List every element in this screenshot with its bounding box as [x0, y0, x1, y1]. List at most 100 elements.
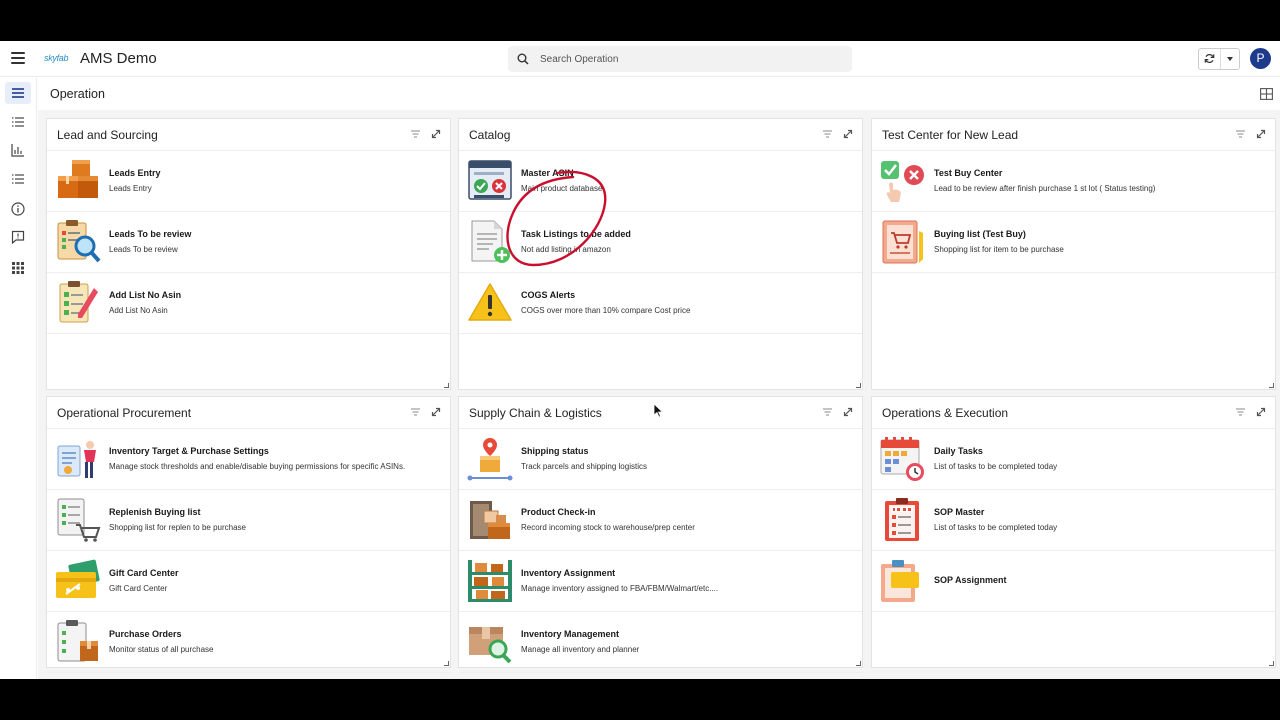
- list-icon: [12, 117, 24, 127]
- list-item-buying-list[interactable]: Buying list (Test Buy) Shopping list for…: [872, 212, 1275, 273]
- sidebar-item-reports[interactable]: [5, 139, 31, 161]
- sop-clipboard-icon: [881, 560, 919, 602]
- list-item-inventory-target[interactable]: Inventory Target & Purchase Settings Man…: [47, 429, 450, 490]
- resize-handle[interactable]: [856, 383, 861, 388]
- list-item-leads-entry[interactable]: Leads Entry Leads Entry: [47, 151, 450, 212]
- item-desc: Add List No Asin: [109, 306, 168, 315]
- item-name: Inventory Target & Purchase Settings: [109, 446, 269, 456]
- menu-icon[interactable]: [11, 52, 25, 64]
- item-desc: Record incoming stock to warehouse/prep …: [521, 523, 695, 532]
- item-desc: COGS over more than 10% compare Cost pri…: [521, 306, 691, 315]
- avatar[interactable]: P: [1250, 48, 1271, 69]
- filter-icon[interactable]: [823, 408, 832, 416]
- clipboard-box-icon: [57, 620, 98, 662]
- list-item-leads-to-be-review[interactable]: Leads To be review Leads To be review: [47, 212, 450, 273]
- filter-icon[interactable]: [823, 130, 832, 138]
- item-name: Gift Card Center: [109, 568, 179, 578]
- search-input[interactable]: [540, 46, 840, 72]
- resize-handle[interactable]: [856, 661, 861, 666]
- item-desc: Leads To be review: [109, 245, 178, 254]
- bar-chart-icon: [11, 144, 24, 157]
- item-desc: Lead to be review after finish purchase …: [934, 184, 1156, 193]
- search-icon: [517, 53, 529, 65]
- card-header: Test Center for New Lead: [872, 119, 1275, 151]
- sidebar-item-list[interactable]: [5, 111, 31, 133]
- expand-icon[interactable]: [843, 407, 853, 417]
- item-desc: Gift Card Center: [109, 584, 168, 593]
- item-name: Task Listings to be added: [521, 229, 631, 239]
- cart-list-icon: [57, 498, 101, 542]
- card-catalog: Catalog Master ASIN Main product databas…: [458, 118, 863, 390]
- list-item-shipping-status[interactable]: Shipping status Track parcels and shippi…: [459, 429, 862, 490]
- resize-handle[interactable]: [1269, 661, 1274, 666]
- top-bar: skyfab AMS Demo P: [0, 41, 1280, 77]
- list-item-cogs-alerts[interactable]: COGS Alerts COGS over more than 10% comp…: [459, 273, 862, 334]
- sidebar-item-info[interactable]: [5, 198, 31, 220]
- apps-grid-icon: [12, 262, 24, 274]
- card-operations-execution: Operations & Execution Daily Tasks List …: [871, 396, 1276, 668]
- item-desc: Track parcels and shipping logistics: [521, 462, 647, 471]
- sidebar-item-operation[interactable]: [5, 82, 31, 104]
- item-desc: Main product database: [521, 184, 603, 193]
- list-item-sop-master[interactable]: SOP Master List of tasks to be completed…: [872, 490, 1275, 551]
- sidebar-item-apps[interactable]: [5, 257, 31, 279]
- list-item-product-check-in[interactable]: Product Check-in Record incoming stock t…: [459, 490, 862, 551]
- app-logo: skyfab: [44, 53, 69, 63]
- filter-icon[interactable]: [1236, 130, 1245, 138]
- item-name: Purchase Orders: [109, 629, 182, 639]
- list-item-add-list-no-asin[interactable]: Add List No Asin Add List No Asin: [47, 273, 450, 334]
- item-name: Master ASIN: [521, 168, 574, 178]
- item-desc: Manage all inventory and planner: [521, 645, 640, 654]
- list-item-sop-assignment[interactable]: SOP Assignment: [872, 551, 1275, 612]
- door-boxes-icon: [470, 501, 510, 539]
- checklist-pencil-icon: [59, 281, 98, 323]
- list-item-replenish-buying-list[interactable]: Replenish Buying list Shopping list for …: [47, 490, 450, 551]
- mouse-cursor: [654, 404, 663, 418]
- item-name: Leads Entry: [109, 168, 161, 178]
- list-item-test-buy-center[interactable]: Test Buy Center Lead to be review after …: [872, 151, 1275, 212]
- expand-icon[interactable]: [431, 407, 441, 417]
- refresh-button[interactable]: [1199, 49, 1221, 69]
- list-item-task-listings[interactable]: Task Listings to be added Not add listin…: [459, 212, 862, 273]
- expand-icon[interactable]: [1256, 407, 1266, 417]
- gift-card-icon: [56, 559, 100, 598]
- list-item-purchase-orders[interactable]: Purchase Orders Monitor status of all pu…: [47, 612, 450, 673]
- todo-clipboard-icon: [885, 498, 919, 541]
- item-desc: List of tasks to be completed today: [934, 523, 1058, 532]
- resize-handle[interactable]: [1269, 383, 1274, 388]
- location-box-icon: [467, 438, 513, 481]
- item-desc: Monitor status of all purchase: [109, 645, 214, 654]
- card-header: Catalog: [459, 119, 862, 151]
- list-icon: [12, 174, 24, 184]
- item-desc: Manage stock thresholds and enable/disab…: [109, 462, 406, 471]
- item-name: Replenish Buying list: [109, 507, 201, 517]
- filter-icon[interactable]: [411, 130, 420, 138]
- item-name: Leads To be review: [109, 229, 192, 239]
- expand-icon[interactable]: [1256, 129, 1266, 139]
- resize-handle[interactable]: [444, 661, 449, 666]
- item-desc: Not add listing in amazon: [521, 245, 611, 254]
- refresh-control: [1198, 48, 1240, 70]
- card-header: Operational Procurement: [47, 397, 450, 429]
- info-icon: [11, 202, 25, 216]
- expand-icon[interactable]: [431, 129, 441, 139]
- list-item-inventory-assignment[interactable]: Inventory Assignment Manage inventory as…: [459, 551, 862, 612]
- refresh-icon: [1204, 54, 1215, 63]
- filter-icon[interactable]: [411, 408, 420, 416]
- search-bar[interactable]: [508, 46, 852, 72]
- sidebar-item-tasks[interactable]: [5, 168, 31, 190]
- list-item-inventory-management[interactable]: Inventory Management Manage all inventor…: [459, 612, 862, 673]
- layout-grid-icon[interactable]: [1260, 88, 1273, 100]
- sidebar-item-feedback[interactable]: [5, 226, 31, 248]
- filter-icon[interactable]: [1236, 408, 1245, 416]
- list-item-gift-card-center[interactable]: Gift Card Center Gift Card Center: [47, 551, 450, 612]
- resize-handle[interactable]: [444, 383, 449, 388]
- expand-icon[interactable]: [843, 129, 853, 139]
- list-item-master-asin[interactable]: Master ASIN Main product database: [459, 151, 862, 212]
- app-window: skyfab AMS Demo P: [0, 41, 1280, 679]
- card-title: Catalog: [469, 128, 511, 142]
- chevron-down-icon[interactable]: [1221, 49, 1239, 69]
- sidebar: [0, 78, 37, 679]
- list-item-daily-tasks[interactable]: Daily Tasks List of tasks to be complete…: [872, 429, 1275, 490]
- card-lead-and-sourcing: Lead and Sourcing Leads Entry Leads Entr…: [46, 118, 451, 390]
